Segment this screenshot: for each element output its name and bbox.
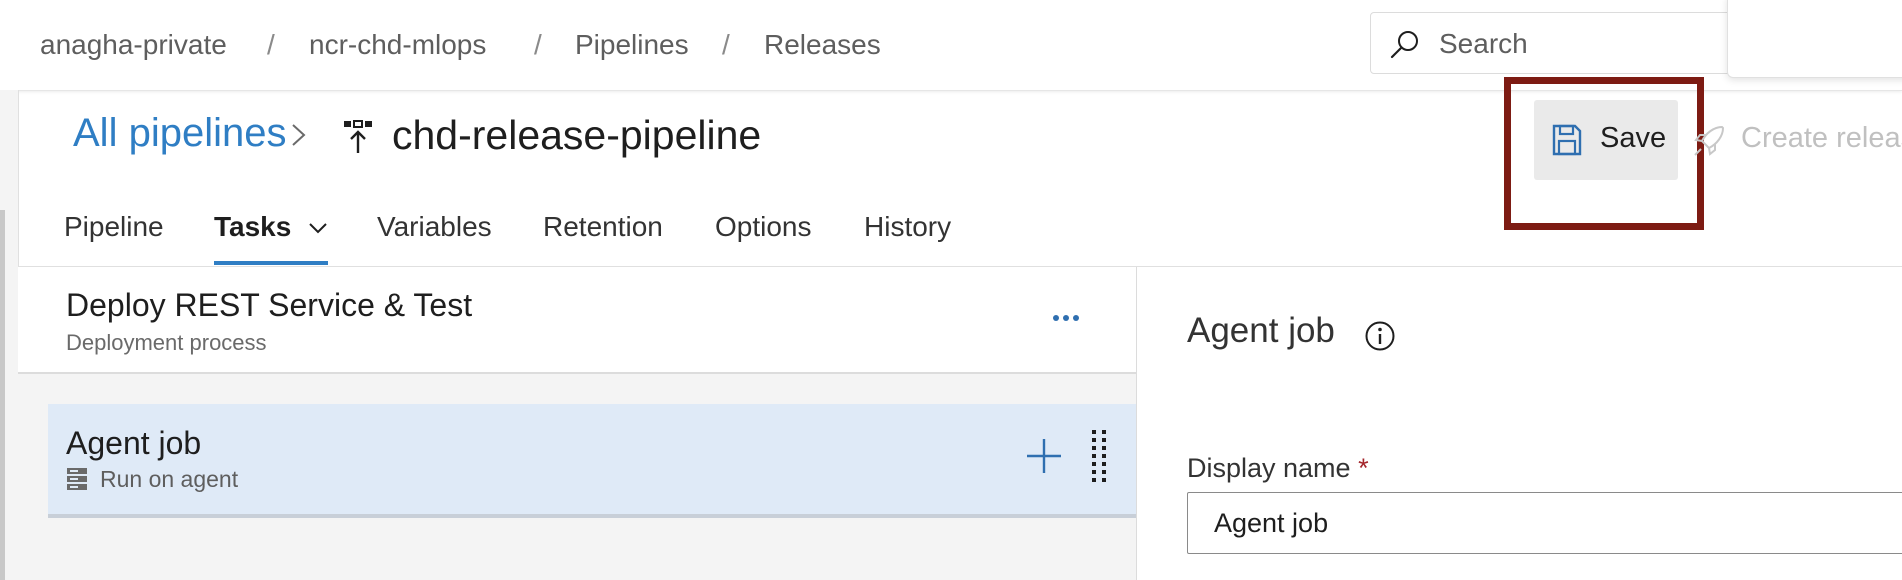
breadcrumb-separator: / (534, 29, 542, 60)
create-release-label: Create releas (1741, 122, 1902, 154)
breadcrumb-separator: / (267, 29, 275, 60)
search-input[interactable] (1437, 25, 1761, 63)
more-icon[interactable] (1048, 300, 1084, 336)
active-tab-indicator (214, 261, 328, 265)
display-name-label-text: Display name (1187, 453, 1351, 483)
left-rail (0, 210, 5, 580)
details-title: Agent job (1187, 311, 1335, 350)
chevron-down-icon (309, 223, 327, 234)
release-pipeline-icon (344, 120, 372, 153)
breadcrumb-project[interactable]: ncr-chd-mlops (309, 28, 486, 62)
save-button-label: Save (1600, 122, 1667, 154)
display-name-label: Display name * (1187, 452, 1369, 484)
breadcrumb-organization[interactable]: anagha-private (40, 28, 227, 62)
all-pipelines-link[interactable]: All pipelines (73, 108, 286, 158)
search-icon (1390, 31, 1418, 59)
breadcrumb-pipelines[interactable]: Pipelines (575, 28, 689, 62)
tab-variables[interactable]: Variables (377, 210, 492, 244)
process-subtitle: Deployment process (66, 330, 267, 355)
breadcrumb-separator: / (722, 29, 730, 60)
plus-icon[interactable] (1024, 436, 1064, 476)
top-header: anagha-private / ncr-chd-mlops / Pipelin… (0, 0, 1902, 91)
agent-job-title: Agent job (66, 425, 202, 461)
tab-history[interactable]: History (864, 210, 951, 244)
info-icon[interactable] (1364, 320, 1396, 352)
agent-job-subtitle: Run on agent (100, 466, 239, 492)
pipeline-title: chd-release-pipeline (392, 112, 762, 158)
agent-job-row[interactable] (48, 404, 1136, 518)
drag-handle-icon[interactable] (1088, 428, 1112, 488)
save-icon (1552, 124, 1582, 156)
process-title: Deploy REST Service & Test (66, 287, 473, 323)
tab-tasks[interactable]: Tasks (214, 210, 329, 244)
tab-tasks-label: Tasks (214, 211, 292, 242)
tab-options[interactable]: Options (715, 210, 812, 244)
tab-retention[interactable]: Retention (543, 210, 663, 244)
server-icon (67, 468, 87, 490)
chevron-right-icon (292, 124, 306, 146)
breadcrumb-releases[interactable]: Releases (764, 28, 881, 62)
tab-pipeline[interactable]: Pipeline (64, 210, 164, 244)
rocket-icon (1694, 125, 1725, 156)
display-name-field[interactable] (1187, 492, 1902, 554)
required-marker: * (1358, 453, 1369, 483)
flyout-card (1727, 0, 1902, 78)
save-button[interactable]: Save (1534, 100, 1678, 180)
